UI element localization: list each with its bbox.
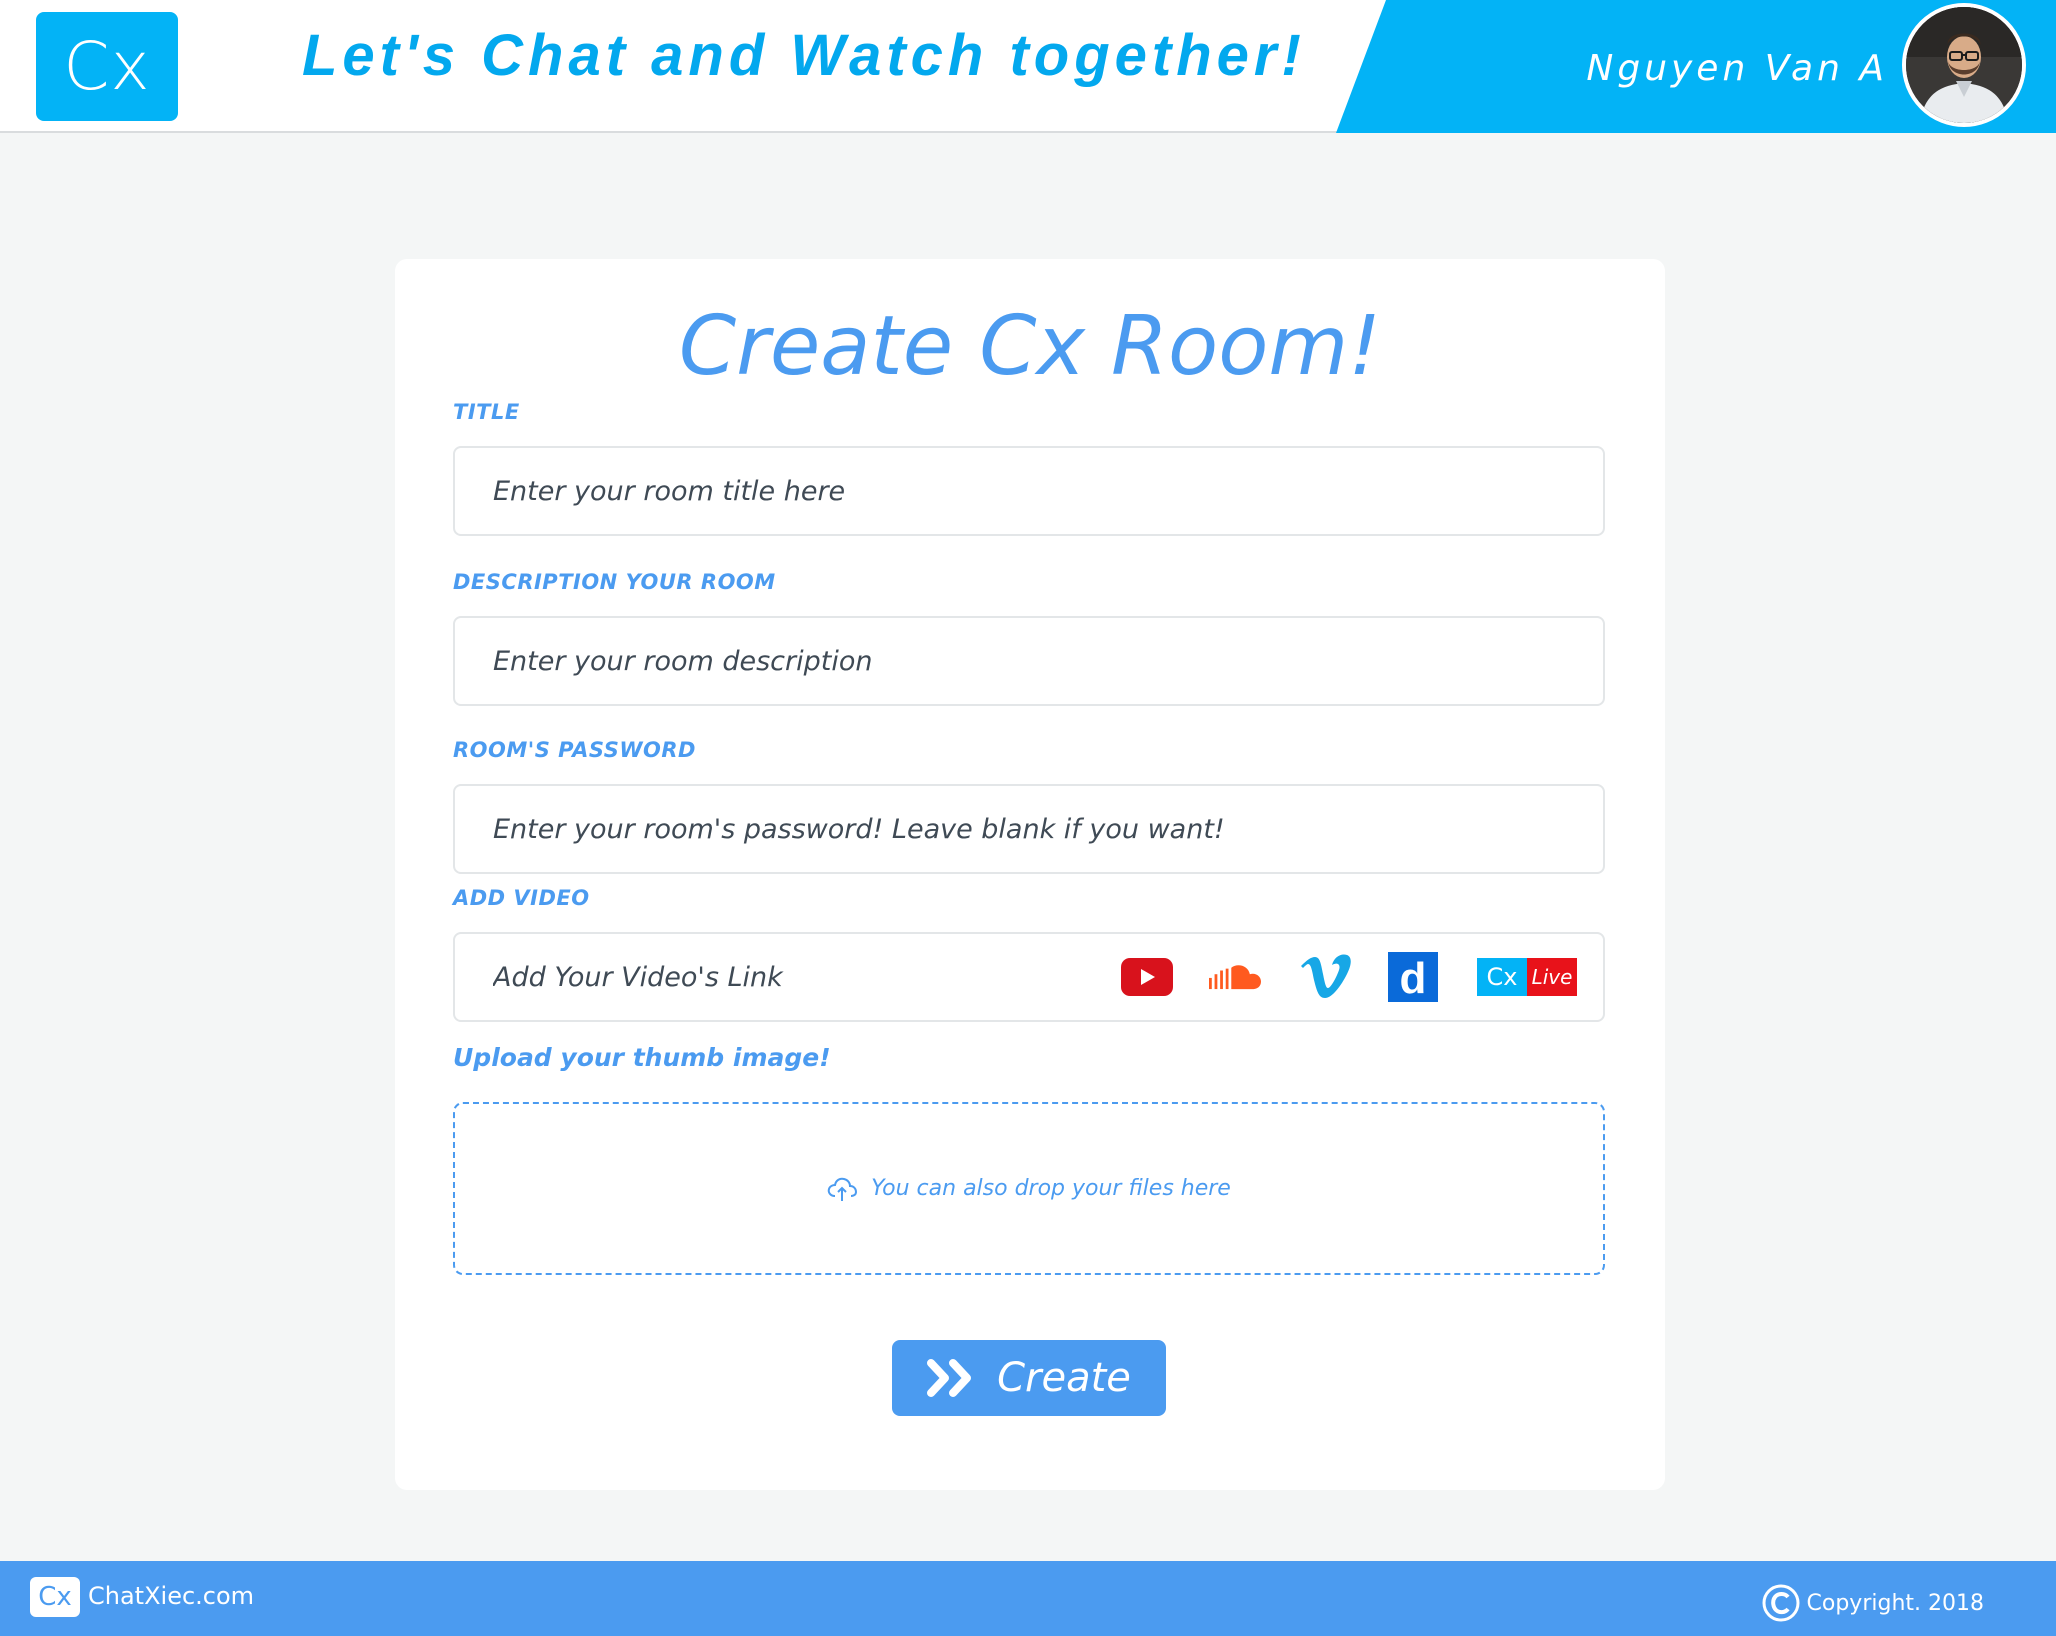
dailymotion-icon[interactable]: d [1387,951,1439,1003]
footer-logo[interactable]: Cx [30,1577,80,1617]
room-description-input[interactable] [453,616,1605,706]
user-name[interactable]: Nguyen Van A [1586,48,1888,89]
cx-live-right: Live [1527,958,1577,996]
app-logo-text: Cx [63,28,151,105]
avatar-image [1906,7,2022,123]
footer-copyright: Copyright. 2018 [1761,1583,1984,1623]
vimeo-icon[interactable] [1299,951,1351,1003]
room-password-input[interactable] [453,784,1605,874]
thumb-label: Upload your thumb image! [453,1043,831,1072]
footer: Cx ChatXiec.com Copyright. 2018 [0,1561,2056,1636]
thumb-drop-zone[interactable]: You can also drop your files here [453,1102,1605,1275]
app-logo[interactable]: Cx [36,12,178,121]
cx-live-left: Cx [1477,958,1527,996]
top-header: Cx Let's Chat and Watch together! Nguyen… [0,0,2056,133]
room-title-input[interactable] [453,446,1605,536]
cloud-upload-icon [827,1176,858,1202]
header-tagline: Let's Chat and Watch together! [302,23,1306,88]
drop-text: You can also drop your files here [871,1176,1231,1201]
video-label: ADD VIDEO [453,886,590,910]
title-label: TITLE [453,400,520,424]
footer-site-link[interactable]: ChatXiec.com [88,1582,254,1610]
cx-live-icon[interactable]: Cx Live [1477,951,1577,1003]
copyright-icon [1761,1583,1801,1623]
svg-text:d: d [1400,954,1427,1002]
footer-logo-text: Cx [38,1582,72,1612]
user-panel[interactable]: Nguyen Van A [1336,0,2056,133]
password-label: ROOM'S PASSWORD [453,738,696,762]
create-button-label: Create [997,1355,1131,1401]
create-room-card: Create Cx Room! TITLE DESCRIPTION YOUR R… [395,259,1665,1490]
create-button[interactable]: Create [892,1340,1166,1416]
video-link-row: d Cx Live [395,932,1665,1022]
copyright-text: Copyright. 2018 [1806,1590,1984,1616]
youtube-icon[interactable] [1121,951,1173,1003]
description-label: DESCRIPTION YOUR ROOM [453,570,776,594]
soundcloud-icon[interactable] [1209,951,1261,1003]
user-avatar[interactable] [1902,3,2026,127]
page-title: Create Cx Room! [678,299,1382,394]
double-chevron-right-icon [927,1359,975,1397]
